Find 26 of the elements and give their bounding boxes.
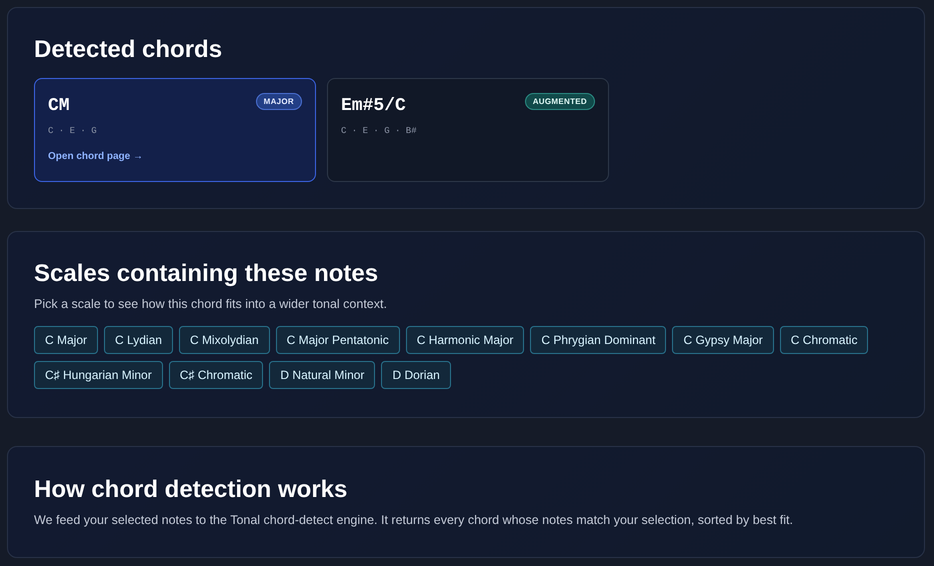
scale-chip[interactable]: D Natural Minor [269, 361, 376, 389]
scale-chip[interactable]: C Major [34, 326, 98, 354]
open-chord-link[interactable]: Open chord page → [48, 151, 144, 162]
scale-chip[interactable]: D Dorian [381, 361, 451, 389]
scale-chip[interactable]: C♯ Chromatic [168, 361, 264, 389]
chord-type-badge: AUGMENTED [524, 93, 595, 110]
section-description: Pick a scale to see how this chord fits into a wider tonal context. [34, 297, 388, 311]
section-title: Scales containing these notes [34, 259, 380, 289]
section-description: We feed your selected notes to the Tonal chord-detect engine. It returns every chord whose notes match your selection, sorted by best fit. [34, 513, 794, 527]
chord-name: Em#5/C [341, 96, 406, 116]
chord-card[interactable]: Em#5/C AUGMENTED C · E · G · B# [327, 78, 609, 182]
section-title: Detected chords [34, 35, 224, 65]
section-title: How chord detection works [34, 475, 348, 505]
chord-notes: C · E · G · B# [341, 126, 418, 136]
scale-chip[interactable]: C Mixolydian [178, 326, 270, 354]
scale-chip[interactable]: C Phrygian Dominant [530, 326, 666, 354]
scale-chip[interactable]: C Major Pentatonic [276, 326, 400, 354]
scale-chip[interactable]: C Lydian [104, 326, 173, 354]
scale-chip[interactable]: C Harmonic Major [406, 326, 524, 354]
scale-chip[interactable]: C Chromatic [780, 326, 868, 354]
chord-notes: C · E · G [48, 126, 98, 136]
scale-chip[interactable]: C Gypsy Major [672, 326, 774, 354]
chord-name: CM [48, 96, 70, 116]
scale-chip[interactable]: C♯ Hungarian Minor [34, 361, 163, 389]
chord-card[interactable]: CM MAJOR C · E · G Open chord page → [34, 78, 316, 182]
chord-type-badge: MAJOR [256, 93, 302, 110]
